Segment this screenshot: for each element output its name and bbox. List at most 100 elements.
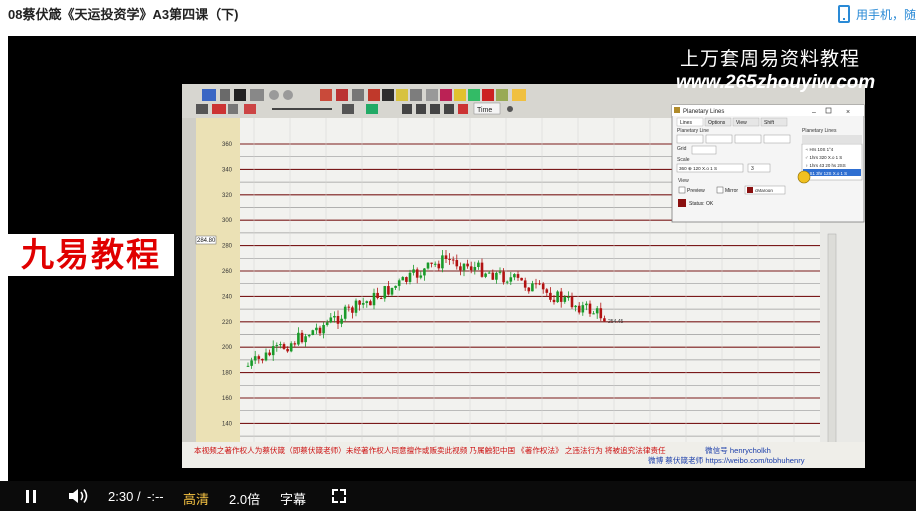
status-text: Status: OK xyxy=(689,201,714,207)
candle-body xyxy=(581,305,585,313)
planetary-line-section: Planetary Line xyxy=(677,128,709,134)
candle-body xyxy=(369,301,372,306)
candle-body xyxy=(577,305,581,313)
price-axis-label: 340 xyxy=(222,167,233,173)
planetary-line-item[interactable]: ♂ 1hrs 320 X.o 1 S xyxy=(805,155,842,160)
planet-select-1[interactable] xyxy=(676,134,704,144)
candle-body xyxy=(358,300,361,305)
candle-body xyxy=(257,356,261,359)
chart-scrollbar[interactable] xyxy=(827,233,837,459)
candle-body xyxy=(412,269,415,273)
video-player[interactable]: Time 360 340 320 300 280 260 240 220 200 180 160 14… xyxy=(8,36,916,481)
price-axis-label: 160 xyxy=(222,396,233,402)
watermark-text: 上万套周易资料教程 xyxy=(680,49,861,70)
candle-body xyxy=(509,277,513,282)
fullscreen-icon[interactable] xyxy=(332,489,346,503)
price-axis-label: 280 xyxy=(222,244,233,250)
mirror-checkbox[interactable] xyxy=(716,186,724,194)
candle-body xyxy=(430,262,433,264)
candle-body xyxy=(498,271,502,273)
candle-body xyxy=(441,255,444,269)
svg-text:3: 3 xyxy=(751,166,754,172)
title-bar: 08蔡伏箴《天运投资学》A3第四课（下) 用手机，随 xyxy=(0,0,916,36)
candle-body xyxy=(307,334,311,337)
candle-body xyxy=(433,263,437,265)
candle-body xyxy=(538,283,541,285)
scale-value: 360 ⊕ 120 X.o 1 S xyxy=(679,166,717,171)
toolbar-timeframe[interactable]: Time xyxy=(477,107,492,114)
view-label: View xyxy=(678,178,689,184)
candle-body xyxy=(513,274,516,278)
planetary-line-item[interactable]: ♀ 1hrs 43 20 hs 2SS xyxy=(805,163,846,168)
candle-body xyxy=(477,262,480,268)
candle-body xyxy=(455,260,459,267)
candle-body xyxy=(531,283,534,292)
candle-body xyxy=(426,262,430,269)
candle-body xyxy=(405,277,408,282)
candle-body xyxy=(451,259,455,261)
candle-body xyxy=(379,298,383,300)
candle-body xyxy=(559,291,563,302)
candle-body xyxy=(253,356,257,361)
channel-overlay: 九易教程 xyxy=(8,234,174,276)
planet-select-3[interactable] xyxy=(734,134,762,144)
pause-icon[interactable] xyxy=(26,490,36,503)
candle-body xyxy=(387,286,390,295)
quality-button[interactable]: 高清 xyxy=(183,489,209,508)
speed-button[interactable]: 2.0倍 xyxy=(229,489,260,508)
filmed-chart-screen: Time 360 340 320 300 280 260 240 220 200 180 160 14… xyxy=(182,84,865,468)
candle-body xyxy=(570,296,574,308)
candle-body xyxy=(311,330,315,335)
dialog-tab-label: Options xyxy=(708,120,726,126)
status-swatch xyxy=(678,199,686,207)
candle-body xyxy=(502,271,505,283)
list-toolbar[interactable] xyxy=(802,135,862,143)
grid-select[interactable] xyxy=(691,145,717,155)
candle-body xyxy=(484,273,487,277)
planetary-lines-dialog[interactable]: Planetary Lines – × Lines Options View Shif… xyxy=(671,104,865,223)
candle-body xyxy=(261,358,264,361)
candle-body xyxy=(527,287,531,292)
chart-svg: Time 360 340 320 300 280 260 240 220 200 180 160 14… xyxy=(182,84,865,468)
candle-body xyxy=(329,317,333,323)
candle-body xyxy=(423,268,426,276)
contact-weixin: 微信号 henrycholkh xyxy=(705,445,771,455)
candle-body xyxy=(595,308,599,314)
candle-body xyxy=(592,313,595,315)
toolbar-row-1[interactable] xyxy=(202,89,526,101)
watch-on-mobile-link[interactable]: 用手机，随 xyxy=(837,3,916,25)
player-controls: 2:30 / -:-- 高清 2.0倍 字幕 xyxy=(0,481,916,511)
candle-body xyxy=(336,315,340,324)
candle-body xyxy=(361,302,365,305)
preview-checkbox[interactable] xyxy=(678,186,686,194)
price-axis-label: 220 xyxy=(222,320,233,326)
close-icon[interactable]: × xyxy=(846,109,850,116)
planetary-line-item[interactable]: ♃ Hrs 10S 1°4 xyxy=(805,147,834,152)
candle-body xyxy=(603,318,606,322)
planetary-lines-list-title: Planetary Lines xyxy=(802,128,837,134)
candle-body xyxy=(365,301,369,303)
candle-body xyxy=(297,332,300,345)
candle-body xyxy=(473,267,477,271)
candle-body xyxy=(541,283,545,290)
volume-icon[interactable] xyxy=(68,488,90,504)
candle-body xyxy=(567,296,570,298)
total-time: -:-- xyxy=(147,489,164,504)
planet-select-4[interactable] xyxy=(763,134,791,144)
price-axis-label: 260 xyxy=(222,269,233,275)
candle-body xyxy=(394,285,397,288)
candle-body xyxy=(549,292,552,300)
candle-body xyxy=(372,292,376,306)
candle-body xyxy=(340,318,343,324)
planet-select-2[interactable] xyxy=(705,134,733,144)
minimize-icon[interactable]: – xyxy=(812,109,816,116)
planetary-line-item[interactable]: ♄ S1 3hr 12S X.o 1 S xyxy=(805,171,847,176)
candle-body xyxy=(275,345,279,347)
drawing-tools-column[interactable] xyxy=(182,118,196,468)
candle-body xyxy=(480,262,484,277)
candle-body xyxy=(351,307,354,313)
candle-body xyxy=(437,263,441,269)
svg-text:cMaroon: cMaroon xyxy=(755,188,773,193)
subtitles-button[interactable]: 字幕 xyxy=(280,489,306,508)
mobile-link-label: 用手机，随 xyxy=(855,7,916,22)
